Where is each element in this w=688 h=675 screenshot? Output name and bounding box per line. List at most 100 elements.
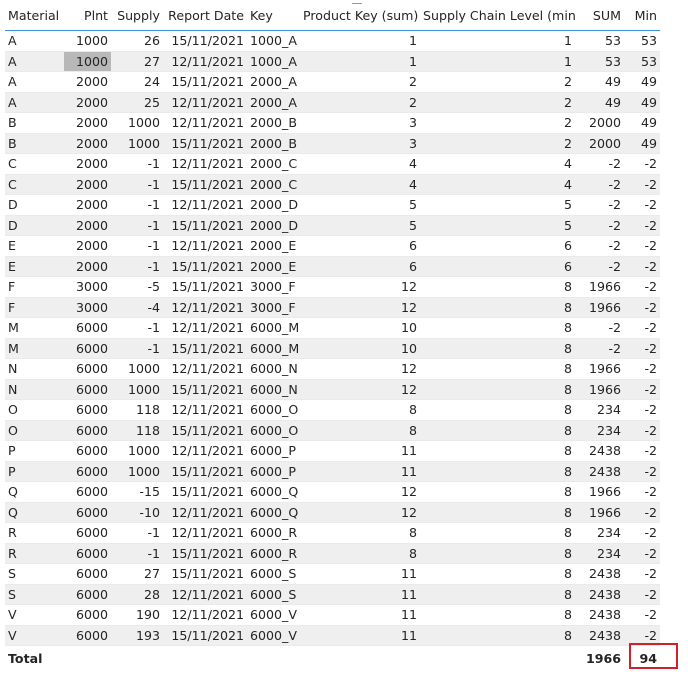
column-header-plnt[interactable]: Plnt — [64, 0, 111, 31]
cell-min[interactable]: 49 — [624, 71, 660, 93]
cell-sum[interactable]: 1966 — [575, 297, 624, 318]
cell-date[interactable]: 15/11/2021 — [163, 543, 247, 564]
cell-material[interactable]: C — [5, 153, 64, 175]
cell-material[interactable]: P — [5, 461, 64, 482]
cell-supply[interactable]: 1000 — [111, 133, 163, 154]
cell-plnt[interactable]: 2000 — [64, 112, 111, 134]
cell-sum[interactable]: 49 — [575, 92, 624, 113]
cell-plnt[interactable]: 6000 — [64, 563, 111, 585]
cell-plnt[interactable]: 2000 — [64, 235, 111, 257]
cell-sum[interactable]: 234 — [575, 522, 624, 544]
cell-scl[interactable]: 8 — [420, 338, 575, 359]
cell-min[interactable]: -2 — [624, 297, 660, 318]
cell-material[interactable]: A — [5, 92, 64, 113]
cell-key[interactable]: 6000_M — [247, 317, 300, 339]
cell-date[interactable]: 15/11/2021 — [163, 71, 247, 93]
cell-pkey[interactable]: 8 — [300, 522, 420, 544]
cell-date[interactable]: 12/11/2021 — [163, 153, 247, 175]
cell-supply[interactable]: 1000 — [111, 461, 163, 482]
cell-date[interactable]: 15/11/2021 — [163, 420, 247, 441]
cell-date[interactable]: 15/11/2021 — [163, 338, 247, 359]
cell-supply[interactable]: 24 — [111, 71, 163, 93]
cell-min[interactable]: -2 — [624, 317, 660, 339]
cell-sum[interactable]: 2438 — [575, 440, 624, 462]
cell-key[interactable]: 2000_E — [247, 256, 300, 277]
cell-date[interactable]: 15/11/2021 — [163, 174, 247, 195]
cell-material[interactable]: O — [5, 420, 64, 441]
cell-pkey[interactable]: 5 — [300, 215, 420, 236]
cell-scl[interactable]: 6 — [420, 256, 575, 277]
cell-key[interactable]: 2000_B — [247, 133, 300, 154]
cell-plnt[interactable]: 6000 — [64, 317, 111, 339]
cell-plnt[interactable]: 6000 — [64, 584, 111, 605]
cell-sum[interactable]: 1966 — [575, 502, 624, 523]
cell-material[interactable]: E — [5, 256, 64, 277]
cell-plnt[interactable]: 2000 — [64, 194, 111, 216]
cell-sum[interactable]: 2438 — [575, 584, 624, 605]
cell-pkey[interactable]: 11 — [300, 461, 420, 482]
cell-sum[interactable]: -2 — [575, 317, 624, 339]
cell-date[interactable]: 12/11/2021 — [163, 358, 247, 380]
cell-min[interactable]: 49 — [624, 92, 660, 113]
cell-pkey[interactable]: 11 — [300, 440, 420, 462]
cell-material[interactable]: C — [5, 174, 64, 195]
cell-scl[interactable]: 8 — [420, 461, 575, 482]
cell-date[interactable]: 12/11/2021 — [163, 235, 247, 257]
cell-min[interactable]: -2 — [624, 543, 660, 564]
cell-plnt[interactable]: 6000 — [64, 502, 111, 523]
cell-plnt[interactable]: 1000 — [64, 51, 111, 72]
cell-scl[interactable]: 2 — [420, 71, 575, 93]
cell-date[interactable]: 15/11/2021 — [163, 215, 247, 236]
cell-material[interactable]: V — [5, 604, 64, 626]
cell-key[interactable]: 2000_C — [247, 174, 300, 195]
cell-supply[interactable]: -1 — [111, 338, 163, 359]
cell-pkey[interactable]: 11 — [300, 625, 420, 646]
column-header-min[interactable]: Min — [624, 0, 660, 31]
cell-scl[interactable]: 8 — [420, 481, 575, 503]
cell-scl[interactable]: 8 — [420, 297, 575, 318]
cell-date[interactable]: 12/11/2021 — [163, 584, 247, 605]
cell-min[interactable]: -2 — [624, 276, 660, 298]
cell-supply[interactable]: -1 — [111, 174, 163, 195]
cell-scl[interactable]: 2 — [420, 112, 575, 134]
cell-pkey[interactable]: 3 — [300, 112, 420, 134]
cell-supply[interactable]: -1 — [111, 235, 163, 257]
cell-material[interactable]: B — [5, 133, 64, 154]
cell-supply[interactable]: -1 — [111, 215, 163, 236]
cell-plnt[interactable]: 2000 — [64, 174, 111, 195]
cell-supply[interactable]: 193 — [111, 625, 163, 646]
cell-sum[interactable]: -2 — [575, 338, 624, 359]
cell-scl[interactable]: 8 — [420, 563, 575, 585]
cell-min[interactable]: -2 — [624, 522, 660, 544]
cell-min[interactable]: -2 — [624, 502, 660, 523]
cell-scl[interactable]: 8 — [420, 625, 575, 646]
cell-supply[interactable]: -1 — [111, 194, 163, 216]
cell-date[interactable]: 12/11/2021 — [163, 440, 247, 462]
cell-key[interactable]: 2000_D — [247, 194, 300, 216]
cell-material[interactable]: Q — [5, 502, 64, 523]
cell-supply[interactable]: 25 — [111, 92, 163, 113]
cell-date[interactable]: 12/11/2021 — [163, 297, 247, 318]
cell-scl[interactable]: 8 — [420, 379, 575, 400]
cell-plnt[interactable]: 6000 — [64, 440, 111, 462]
cell-supply[interactable]: -1 — [111, 522, 163, 544]
cell-min[interactable]: -2 — [624, 379, 660, 400]
cell-scl[interactable]: 8 — [420, 543, 575, 564]
cell-sum[interactable]: 2000 — [575, 133, 624, 154]
cell-pkey[interactable]: 10 — [300, 317, 420, 339]
cell-pkey[interactable]: 12 — [300, 358, 420, 380]
cell-sum[interactable]: 234 — [575, 420, 624, 441]
cell-sum[interactable]: 2438 — [575, 625, 624, 646]
cell-supply[interactable]: -10 — [111, 502, 163, 523]
cell-key[interactable]: 3000_F — [247, 276, 300, 298]
cell-supply[interactable]: 1000 — [111, 379, 163, 400]
cell-material[interactable]: D — [5, 215, 64, 236]
cell-pkey[interactable]: 5 — [300, 194, 420, 216]
cell-plnt[interactable]: 6000 — [64, 461, 111, 482]
cell-date[interactable]: 12/11/2021 — [163, 399, 247, 421]
cell-date[interactable]: 15/11/2021 — [163, 379, 247, 400]
cell-material[interactable]: Q — [5, 481, 64, 503]
cell-scl[interactable]: 8 — [420, 522, 575, 544]
cell-plnt[interactable]: 2000 — [64, 256, 111, 277]
cell-key[interactable]: 2000_E — [247, 235, 300, 257]
